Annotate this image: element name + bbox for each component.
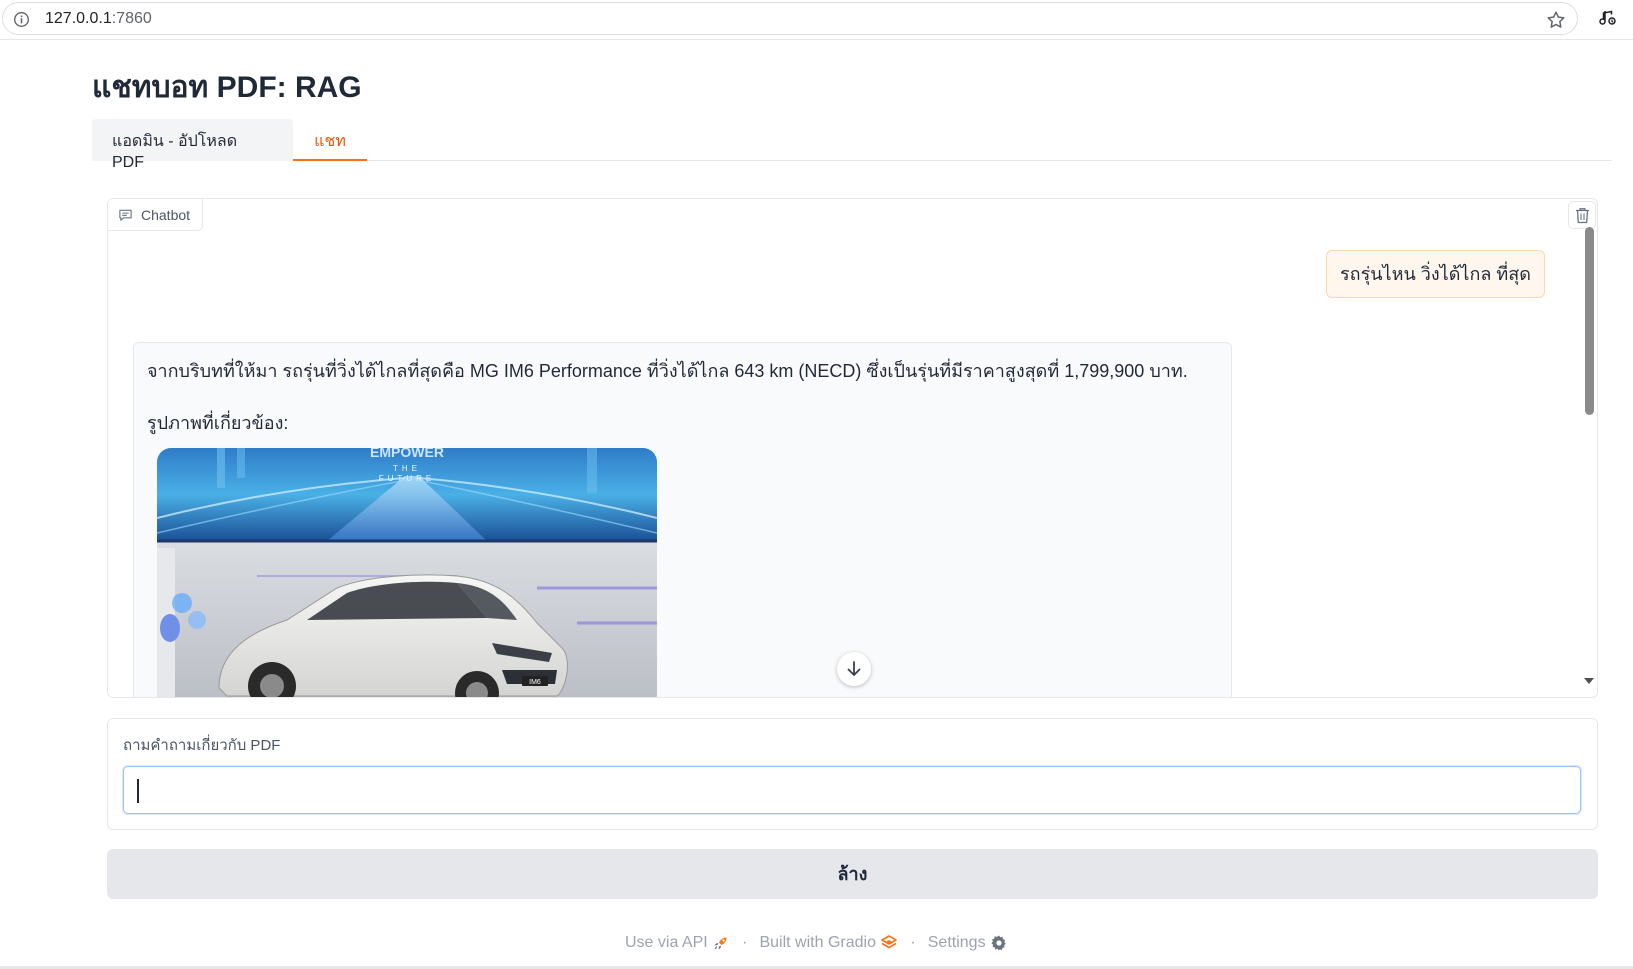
clear-button[interactable]: ล้าง [107, 849, 1598, 899]
scrollbar-thumb[interactable] [1585, 227, 1594, 415]
footer: Use via API · Built with Gradio · Settin… [0, 934, 1633, 958]
question-input[interactable] [123, 766, 1581, 814]
banner-text-future: FUTURE [379, 474, 435, 483]
car-badge-text: IM6 [529, 679, 541, 686]
page-title: แชทบอท PDF: RAG [92, 71, 362, 104]
gear-icon [991, 935, 1006, 951]
scroll-down-arrow-icon[interactable] [1583, 675, 1595, 687]
info-icon[interactable] [13, 11, 30, 28]
tab-bar: แอดมิน - อัปโหลด PDF แชท [92, 119, 1612, 171]
chat-bubble-icon [119, 209, 132, 221]
chatbot-label-text: Chatbot [141, 207, 191, 223]
footer-separator: · [910, 934, 916, 952]
text-caret [137, 779, 139, 803]
browser-toolbar: 127.0.0.1:7860 [0, 0, 1633, 40]
bot-message-text: จากบริบทที่ให้มา รถรุ่นที่วิ่งได้ไกลที่ส… [147, 361, 1188, 381]
car-photo-illustration: EMPOWER THE FUTURE IM6 [157, 448, 657, 697]
media-control-icon[interactable] [1598, 8, 1618, 28]
question-input-panel: ถามคำถามเกี่ยวกับ PDF [107, 718, 1598, 830]
question-input-label: ถามคำถามเกี่ยวกับ PDF [123, 737, 281, 754]
arrow-down-icon [847, 661, 861, 676]
clear-chat-button[interactable] [1568, 201, 1596, 229]
url-host: 127.0.0.1 [45, 10, 112, 27]
built-with-gradio-link[interactable]: Built with Gradio [759, 934, 898, 952]
car-photo[interactable]: EMPOWER THE FUTURE IM6 [157, 448, 657, 697]
user-message: รถรุ่นไหน วิ่งได้ไกล ที่สุด [1326, 250, 1545, 298]
gradio-logo-icon [881, 935, 898, 949]
bookmark-star-icon[interactable] [1545, 9, 1567, 31]
rocket-icon [714, 937, 727, 950]
use-via-api-link[interactable]: Use via API [625, 934, 730, 952]
trash-icon [1576, 208, 1589, 224]
chatbot-panel: Chatbot รถรุ่นไหน วิ่งได้ไกล ที่สุด จากบ… [107, 198, 1598, 698]
url-port: :7860 [111, 10, 152, 27]
address-bar[interactable]: 127.0.0.1:7860 [2, 2, 1578, 35]
url-text[interactable]: 127.0.0.1:7860 [45, 10, 152, 28]
settings-text: Settings [927, 934, 986, 952]
tab-chat[interactable]: แชท [293, 119, 367, 161]
banner-text-the: THE [393, 464, 421, 473]
bot-message: จากบริบทที่ให้มา รถรุ่นที่วิ่งได้ไกลที่ส… [133, 342, 1232, 697]
chat-scrollbar[interactable] [1583, 227, 1595, 695]
chatbot-label: Chatbot [108, 199, 203, 231]
bot-images-label: รูปภาพที่เกี่ยวข้อง: [147, 413, 289, 433]
settings-link[interactable]: Settings [928, 934, 1008, 952]
scroll-to-bottom-button[interactable] [837, 652, 871, 686]
footer-separator: · [742, 934, 748, 952]
use-via-api-text: Use via API [624, 934, 708, 952]
built-with-gradio-text: Built with Gradio [759, 934, 876, 952]
banner-text-empower: EMPOWER [370, 448, 444, 460]
tab-admin-upload[interactable]: แอดมิน - อัปโหลด PDF [92, 119, 293, 171]
